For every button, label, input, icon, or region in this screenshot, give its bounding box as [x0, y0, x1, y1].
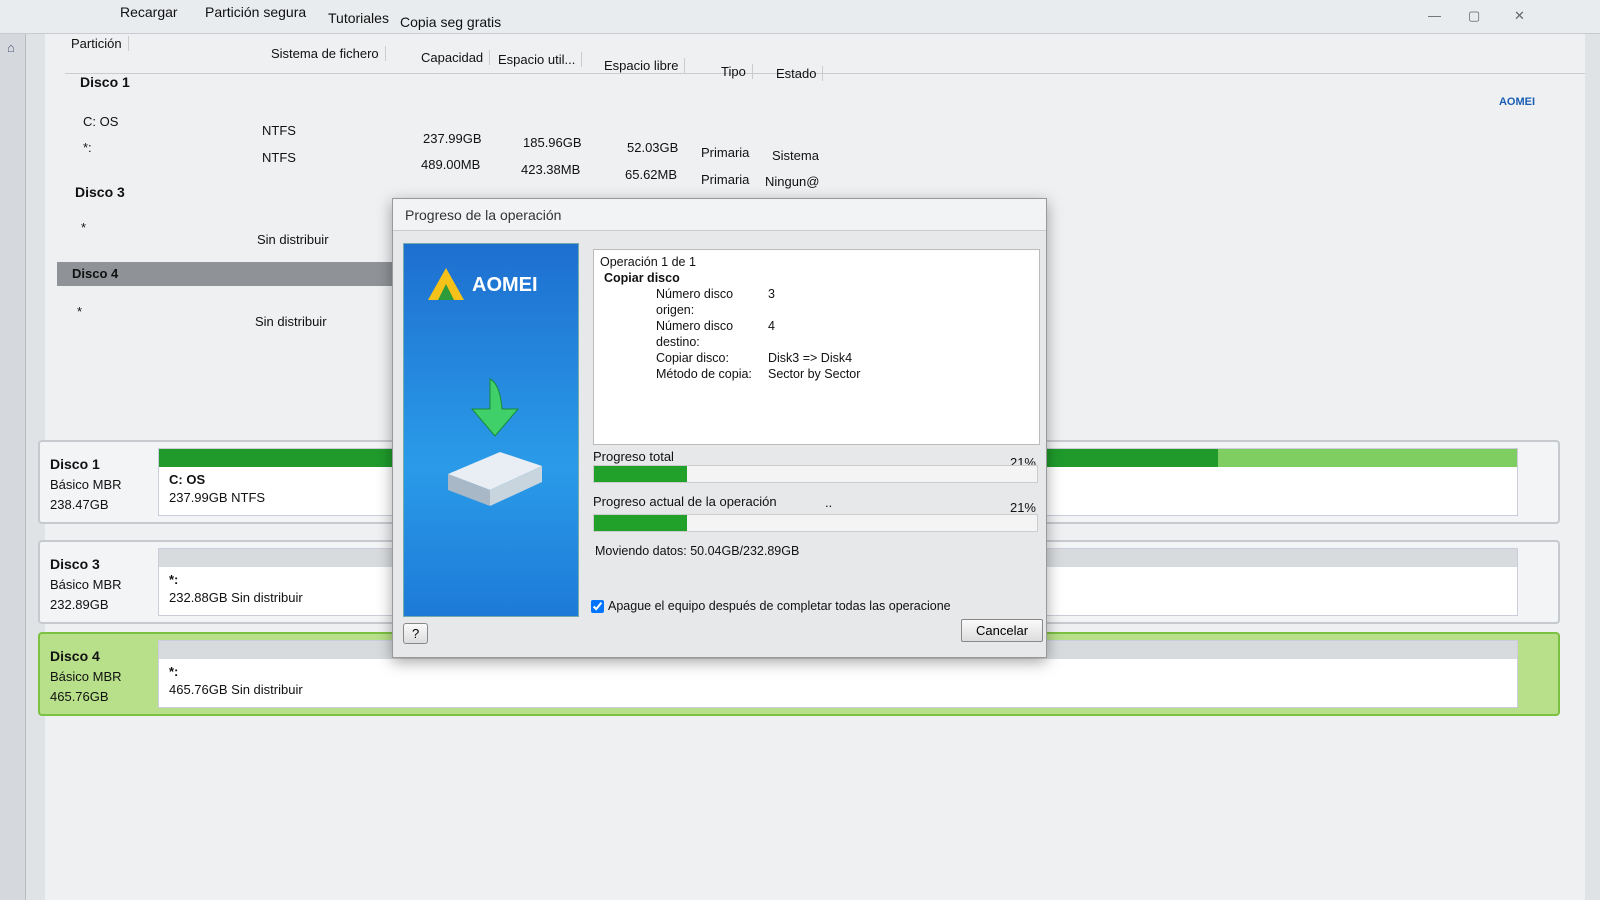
cell: Primaria: [701, 172, 750, 187]
disk-size: 465.76GB: [50, 689, 109, 704]
brand-name: AOMEI: [472, 274, 538, 296]
shutdown-checkbox[interactable]: [591, 599, 604, 613]
detail-row: Número disco origen: 3: [600, 286, 1033, 318]
disk-info: Disco 3 Básico MBR 232.89GB: [50, 554, 122, 615]
secure-partition-button[interactable]: Partición segura: [205, 4, 306, 20]
disk-info: Disco 1 Básico MBR 238.47GB: [50, 454, 122, 515]
reload-button[interactable]: Recargar: [120, 4, 178, 20]
home-icon[interactable]: ⌂: [7, 40, 15, 55]
detail-key: Número disco destino:: [656, 319, 734, 349]
moving-data-status: Moviendo datos: 50.04GB/232.89GB: [595, 544, 800, 558]
total-progress-label: Progreso total: [593, 449, 674, 464]
disk-type: Básico MBR: [50, 577, 122, 592]
detail-key: Copiar disco:: [656, 351, 729, 365]
partition-desc: 237.99GB NTFS: [169, 490, 266, 505]
cell: *: [81, 220, 87, 235]
cell: *: [77, 304, 83, 319]
cell: Sistema: [772, 148, 819, 163]
tutorials-button[interactable]: Tutoriales: [328, 10, 389, 26]
detail-value: Sector by Sector: [768, 367, 861, 381]
cell: Ningun@: [765, 174, 820, 189]
detail-value: 4: [768, 319, 775, 333]
disk-type: Básico MBR: [50, 477, 122, 492]
partition-desc: 232.88GB Sin distribuir: [169, 590, 303, 605]
operation-count: Operación 1 de 1: [600, 255, 696, 269]
toolbar: Recargar Partición segura Tutoriales Cop…: [0, 0, 1600, 34]
total-progress-bar: [593, 465, 1038, 483]
left-panel: ⌂: [0, 34, 26, 900]
disk-type: Básico MBR: [50, 669, 122, 684]
detail-value: 3: [768, 287, 775, 301]
close-icon[interactable]: ✕: [1514, 8, 1525, 24]
cell: C: OS: [83, 114, 119, 129]
col-free[interactable]: Espacio libre: [598, 58, 686, 73]
current-progress-fill: [594, 515, 688, 531]
cell: Sin distribuir: [255, 314, 327, 329]
progress-dialog: Progreso de la operación AOMEI Operación…: [392, 198, 1047, 658]
col-filesystem[interactable]: Sistema de fichero: [265, 46, 386, 61]
aomei-logo: AOMEI: [1498, 96, 1535, 108]
disk-name: Disco 3: [50, 556, 100, 572]
current-progress-percent: 21%: [1009, 500, 1036, 515]
col-capacity[interactable]: Capacidad: [415, 50, 491, 65]
total-progress-fill: [594, 466, 688, 482]
col-used[interactable]: Espacio util...: [492, 52, 583, 67]
cell: 65.62MB: [625, 167, 678, 182]
detail-key: Método de copia:: [656, 367, 752, 381]
cancel-button[interactable]: Cancelar: [961, 619, 1044, 642]
shutdown-option[interactable]: Apague el equipo después de completar to…: [591, 599, 951, 613]
shutdown-label: Apague el equipo después de completar to…: [608, 599, 951, 613]
cell: NTFS: [262, 123, 296, 138]
help-button[interactable]: ?: [403, 623, 429, 644]
minimize-icon[interactable]: —: [1428, 8, 1441, 23]
partition-label: *:: [169, 572, 179, 587]
cell: 185.96GB: [523, 135, 582, 150]
current-progress-dots: ..: [825, 495, 833, 510]
col-partition[interactable]: Partición: [65, 36, 129, 51]
detail-key: Número disco origen:: [656, 287, 734, 317]
cell: Primaria: [701, 145, 750, 160]
disk-size: 238.47GB: [50, 497, 109, 512]
aomei-banner: AOMEI: [403, 243, 579, 617]
col-status[interactable]: Estado: [770, 66, 824, 81]
partition-label: C: OS: [169, 472, 206, 487]
dialog-title: Progreso de la operación: [393, 199, 1046, 231]
table-header: Partición Sistema de fichero Capacidad E…: [65, 34, 1585, 81]
maximize-icon[interactable]: ▢: [1468, 8, 1480, 24]
operation-name: Copiar disco: [604, 271, 680, 285]
operation-info: Operación 1 de 1 Copiar disco Número dis…: [593, 249, 1040, 445]
cell: 52.03GB: [627, 140, 679, 155]
disk-info: Disco 4 Básico MBR 465.76GB: [50, 646, 122, 707]
cell: NTFS: [262, 150, 296, 165]
current-progress-bar: [593, 514, 1038, 532]
detail-row: Número disco destino: 4: [600, 318, 1033, 350]
cell: Sin distribuir: [257, 232, 329, 247]
aomei-logo-icon: [428, 268, 464, 300]
disk-name: Disco 1: [50, 456, 100, 472]
disk-size: 232.89GB: [50, 597, 109, 612]
cell: 423.38MB: [521, 162, 581, 177]
disk-heading: Disco 1: [80, 74, 130, 90]
cell: 489.00MB: [421, 157, 481, 172]
table-row-selected[interactable]: Disco 4: [57, 262, 397, 286]
partition-desc: 465.76GB Sin distribuir: [169, 682, 303, 697]
cell: 237.99GB: [423, 131, 482, 146]
partition-label: *:: [169, 664, 179, 679]
col-type[interactable]: Tipo: [715, 64, 753, 79]
detail-value: Disk3 => Disk4: [768, 351, 853, 365]
detail-row: Método de copia: Sector by Sector: [600, 366, 1033, 382]
cell: *:: [83, 140, 92, 155]
disk-download-icon: [448, 378, 542, 506]
disk-heading: Disco 4: [72, 266, 119, 281]
current-progress-label: Progreso actual de la operación: [593, 494, 777, 509]
detail-row: Copiar disco: Disk3 => Disk4: [600, 350, 1033, 366]
disk-name: Disco 4: [50, 648, 100, 664]
disk-heading: Disco 3: [75, 184, 125, 200]
free-backup-button[interactable]: Copia seg gratis: [400, 14, 501, 30]
